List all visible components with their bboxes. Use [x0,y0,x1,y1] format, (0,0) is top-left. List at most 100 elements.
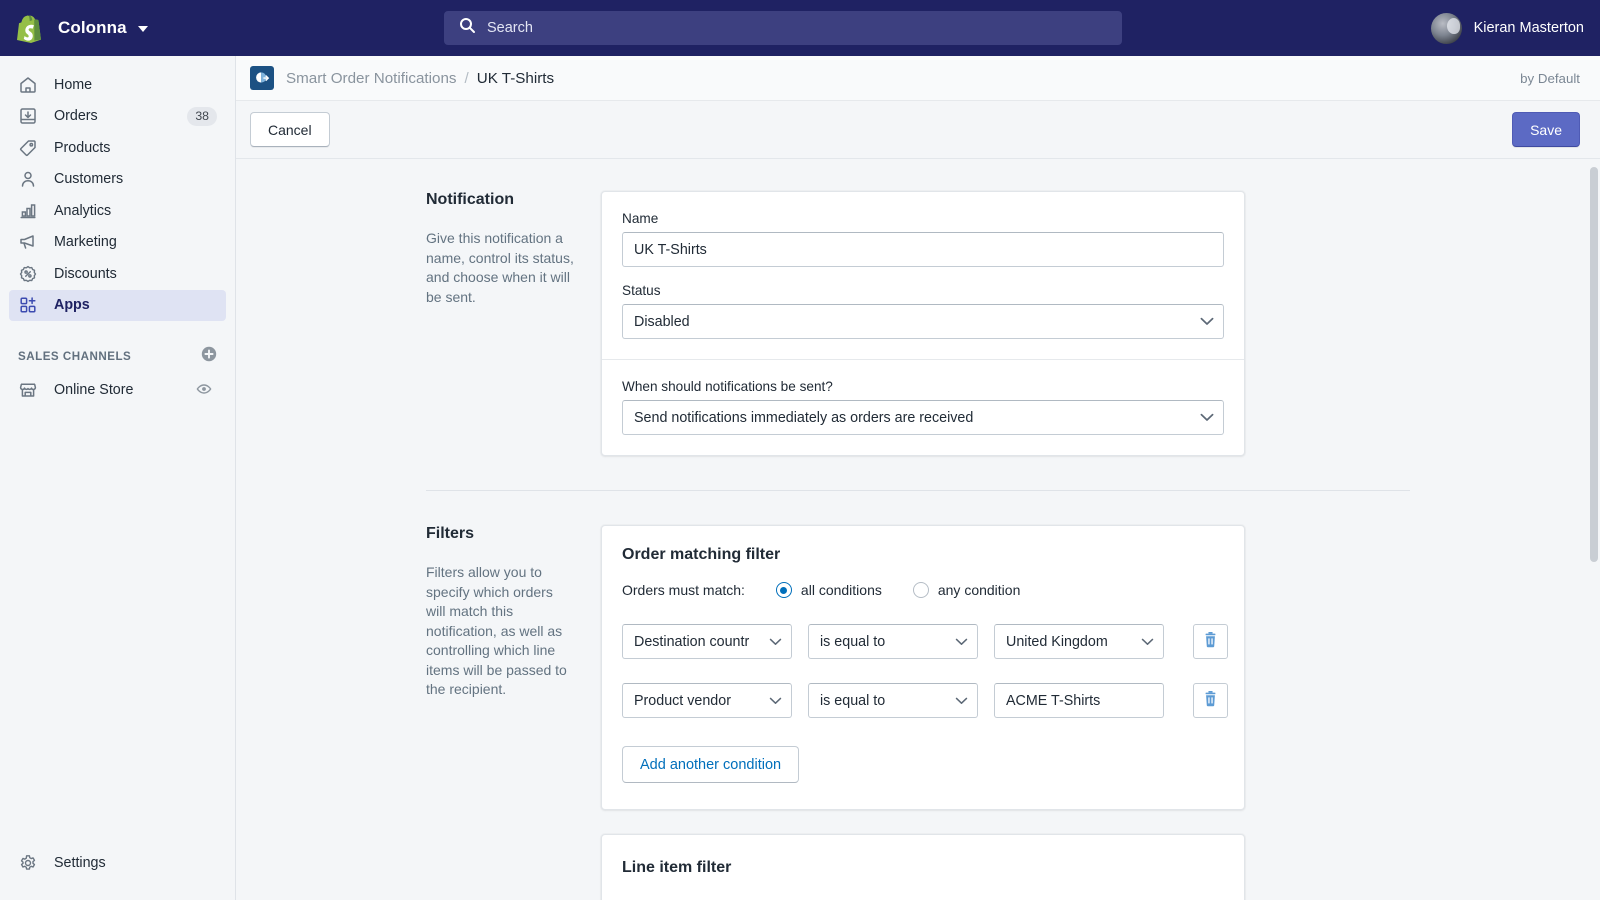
sales-channels-header: SALES CHANNELS [0,346,235,368]
delete-condition-button[interactable] [1193,624,1228,659]
discounts-percent-icon [18,264,38,284]
notification-section: Notification Give this notification a na… [236,191,1600,456]
sidebar-item-customers[interactable]: Customers [9,164,226,195]
filters-section-intro: Filters Filters allow you to specify whi… [256,525,601,900]
schedule-select[interactable]: Send notifications immediately as orders… [622,400,1224,435]
delete-condition-button[interactable] [1193,683,1228,718]
app-breadcrumb-bar: Smart Order Notifications / UK T-Shirts … [236,56,1600,101]
filters-card-column: Order matching filter Orders must match:… [601,525,1245,900]
radio-all-conditions-label: all conditions [800,582,882,598]
condition-field-wrap: Destination countr [622,624,792,659]
page-content: Notification Give this notification a na… [236,159,1600,900]
primary-nav: Home Orders 38 Products Customers Analyt… [0,56,235,406]
orders-inbox-icon [18,106,38,126]
radio-all-conditions-control[interactable] [775,582,792,598]
section-description: Filters allow you to specify which order… [426,564,567,697]
condition-operator-wrap: is equal to [808,683,978,718]
sidebar-item-discounts[interactable]: Discounts [9,258,226,289]
sidebar-item-settings[interactable]: Settings [9,847,227,878]
radio-any-condition[interactable]: any condition [904,582,1021,598]
status-label: Status [622,283,661,298]
user-menu[interactable]: Kieran Masterton [1430,0,1584,56]
sidebar-item-marketing[interactable]: Marketing [9,227,226,258]
user-name: Kieran Masterton [1473,20,1584,36]
products-tag-icon [18,138,38,158]
shopify-bag-logo [14,12,44,44]
condition-operator-select[interactable]: is equal to [808,624,978,659]
condition-value-select[interactable]: United Kingdom [994,624,1164,659]
section-title: Notification [426,191,514,208]
search-input[interactable]: Search [444,11,1122,45]
home-icon [18,75,38,95]
condition-field-select[interactable]: Destination countr [622,624,792,659]
save-button[interactable]: Save [1512,112,1580,147]
condition-value-wrap: United Kingdom [994,624,1164,659]
sidebar-item-label: Customers [54,171,124,187]
breadcrumb-separator: / [464,69,469,87]
scrollbar-thumb[interactable] [1590,167,1598,562]
top-bar: Colonna Search Kieran Masterton [0,0,1600,56]
action-bar: Cancel Save [236,101,1600,159]
section-title: Filters [426,525,475,542]
sidebar-item-apps[interactable]: Apps [9,289,226,321]
sidebar-item-products[interactable]: Products [9,132,226,163]
condition-value-wrap [994,683,1164,718]
match-mode-label: Orders must match: [622,582,745,598]
vertical-scrollbar[interactable] [1590,159,1598,900]
sidebar-item-label: Products [54,139,111,156]
line-item-filter-body: Line item filter [602,835,1244,877]
condition-field-select[interactable]: Product vendor [622,683,792,718]
app-developer-byline: by Default [1520,70,1580,86]
avatar [1430,12,1462,44]
order-matching-filter-card: Order matching filter Orders must match:… [601,525,1245,810]
radio-any-condition-label: any condition [937,582,1021,598]
breadcrumb-current: UK T-Shirts [476,69,555,87]
schedule-select-wrap: Send notifications immediately as orders… [622,400,1224,435]
analytics-bars-icon [18,201,38,221]
radio-any-condition-control[interactable] [912,582,929,598]
store-switcher[interactable]: Colonna [0,12,236,44]
sales-channels-title: SALES CHANNELS [18,350,132,363]
condition-field-wrap: Product vendor [622,683,792,718]
status-select[interactable]: Disabled [622,304,1224,339]
sidebar-item-label: Orders [54,108,98,124]
name-input[interactable] [622,232,1224,267]
smart-order-notifications-app-icon [250,66,274,90]
sidebar: Home Orders 38 Products Customers Analyt… [0,56,236,900]
schedule-label: When should notifications be sent? [622,379,833,394]
condition-rows: Destination countr is equal to United Ki… [622,624,1228,718]
main-region: Smart Order Notifications / UK T-Shirts … [236,56,1600,900]
notification-basics: Name Status Disabled [602,192,1244,359]
notification-card: Name Status Disabled [601,191,1245,456]
condition-row: Destination countr is equal to United Ki… [622,624,1228,659]
radio-all-conditions[interactable]: all conditions [767,582,882,598]
sidebar-item-analytics[interactable]: Analytics [9,195,226,226]
plus-circle-icon[interactable] [201,346,217,367]
breadcrumb-app-link[interactable]: Smart Order Notifications [286,70,457,87]
sidebar-item-home[interactable]: Home [9,69,226,100]
orders-count-badge: 38 [187,106,217,126]
eye-icon[interactable] [196,381,212,400]
order-filter-body: Order matching filter Orders must match:… [602,526,1244,809]
sidebar-item-orders[interactable]: Orders 38 [9,101,226,132]
sidebar-item-label: Online Store [54,382,134,398]
add-another-condition-button[interactable]: Add another condition [622,746,800,783]
sidebar-item-label: Marketing [54,234,117,250]
sales-channels-list: Online Store [0,375,235,406]
name-label: Name [622,211,659,226]
condition-value-input[interactable] [994,683,1164,718]
chevron-down-icon[interactable] [137,26,148,32]
gear-icon [18,853,38,873]
cancel-button[interactable]: Cancel [250,112,330,147]
section-description: Give this notification a name, control i… [426,230,574,305]
match-mode-radio-group: Orders must match: all conditions any co… [622,582,1224,598]
condition-operator-select[interactable]: is equal to [808,683,978,718]
status-select-wrap: Disabled [622,304,1224,339]
sidebar-item-label: Apps [54,297,90,313]
filters-section: Filters Filters allow you to specify whi… [236,525,1600,900]
page-scroll-area: Notification Give this notification a na… [236,159,1600,900]
sidebar-item-online-store[interactable]: Online Store [9,375,226,406]
search-container[interactable]: Search [444,11,1122,45]
marketing-megaphone-icon [18,232,38,252]
notification-section-intro: Notification Give this notification a na… [256,191,601,456]
